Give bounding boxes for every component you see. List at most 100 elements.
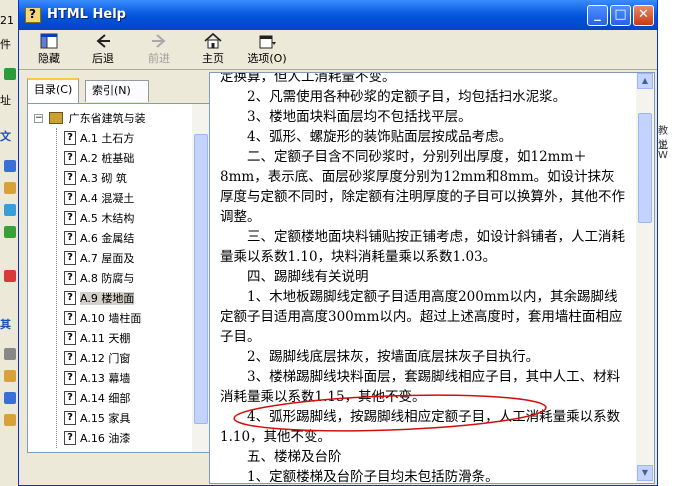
help-page-icon: ? — [64, 251, 76, 265]
back-button[interactable]: 后退 — [79, 32, 127, 68]
options-button[interactable]: 选项(O) — [243, 32, 291, 68]
html-help-window: HTML Help _ □ ✕ 隐藏 后退 前进 主页 — [18, 0, 658, 486]
hide-label: 隐藏 — [38, 52, 60, 65]
help-page-icon: ? — [64, 171, 76, 185]
options-label: 选项(O) — [247, 52, 287, 65]
help-page-icon: ? — [64, 131, 76, 145]
scroll-down-arrow-icon[interactable]: ▼ — [637, 465, 653, 481]
help-page-icon: ? — [64, 291, 76, 305]
background-text: 说 — [658, 140, 668, 151]
tree-item[interactable]: ? A.1 土石方 — [64, 130, 134, 150]
tree-scrollbar[interactable] — [192, 104, 210, 452]
background-app-icon — [4, 414, 16, 426]
forward-label: 前进 — [148, 52, 170, 65]
background-text: 21 — [0, 14, 14, 27]
hide-button[interactable]: 隐藏 — [25, 32, 73, 68]
scroll-up-arrow-icon[interactable]: ▲ — [637, 73, 653, 89]
help-page-icon: ? — [64, 431, 76, 445]
topic-paragraph: 三、定额楼地面块料铺贴按正铺考虑，如设计斜铺者，人工消耗量乘以系数1.10，块料… — [220, 229, 625, 265]
background-app-icon — [4, 270, 16, 282]
help-page-icon: ? — [64, 311, 76, 325]
tree-root-label: 广东省建筑与装 — [68, 112, 146, 125]
open-book-icon — [48, 112, 63, 124]
tree-root-node[interactable]: − 广东省建筑与装 — [34, 110, 146, 128]
title-bar[interactable]: HTML Help _ □ ✕ — [19, 0, 657, 30]
tree-item[interactable]: ? A.14 细部 — [64, 390, 130, 410]
background-app-icon — [4, 226, 16, 238]
help-page-icon: ? — [64, 271, 76, 285]
tree-item[interactable]: ? A.12 门窗 — [64, 350, 130, 370]
tree-item[interactable]: ? A.15 家具 — [64, 410, 130, 430]
background-app-icon — [4, 392, 16, 404]
help-page-icon: ? — [64, 351, 76, 365]
home-button[interactable]: 主页 — [189, 32, 237, 68]
tree-item[interactable]: ? A.13 幕墙 — [64, 370, 130, 390]
tree-item[interactable]: ? A.10 墙柱面 — [64, 310, 141, 330]
background-app-icon — [4, 204, 16, 216]
forward-button[interactable]: 前进 — [135, 32, 183, 68]
help-page-icon: ? — [64, 151, 76, 165]
help-topic-pane: 定换算，但人工消耗量不变。 2、凡需使用各种砂浆的定额子目，均包括扫水泥浆。 3… — [209, 72, 655, 484]
tree-item[interactable]: ? A.11 天棚 — [64, 330, 130, 350]
help-page-icon: ? — [64, 231, 76, 245]
tree-scroll-thumb[interactable] — [194, 134, 208, 424]
home-label: 主页 — [202, 52, 224, 65]
topic-paragraph: 四、踢脚线有关说明 — [220, 269, 369, 285]
tree-item[interactable]: ? A.8 防腐与 — [64, 270, 134, 290]
help-page-icon: ? — [64, 391, 76, 405]
topic-paragraph: 2、凡需使用各种砂浆的定额子目，均包括扫水泥浆。 — [220, 89, 567, 105]
topic-paragraph: 3、楼地面块料面层均不包括找平层。 — [220, 109, 472, 125]
toolbar: 隐藏 后退 前进 主页 选项(O) — [19, 30, 657, 70]
tree-item[interactable]: ? A.6 金属结 — [64, 230, 134, 250]
home-icon — [189, 32, 237, 52]
help-page-icon: ? — [64, 411, 76, 425]
hide-pane-icon — [25, 32, 73, 52]
window-title: HTML Help — [47, 7, 126, 22]
tree-item[interactable]: ? A.16 油漆 — [64, 430, 130, 450]
content-scrollbar[interactable]: ▲ ▼ — [636, 73, 654, 483]
help-page-icon: ? — [64, 191, 76, 205]
maximize-button[interactable]: □ — [610, 5, 631, 26]
tree-item-selected[interactable]: ? A.9 楼地面 — [64, 290, 135, 310]
background-text: 其 — [0, 318, 11, 331]
close-button[interactable]: ✕ — [633, 5, 654, 26]
background-app-icon — [4, 68, 16, 80]
help-page-icon: ? — [64, 331, 76, 345]
arrow-left-icon — [79, 32, 127, 52]
minimize-button[interactable]: _ — [587, 5, 608, 26]
collapse-icon[interactable]: − — [34, 113, 43, 123]
tree-item[interactable]: ? A.7 屋面及 — [64, 250, 134, 270]
background-app-icon — [4, 160, 16, 172]
background-app-icon — [4, 182, 16, 194]
background-app-right: 教工 说 W — [656, 0, 674, 486]
tab-contents[interactable]: 目录(C) — [27, 78, 80, 103]
tree-item[interactable]: ? A.5 木结构 — [64, 210, 134, 230]
tree-item[interactable]: ? A.3 砌 筑 — [64, 170, 127, 190]
help-page-icon: ? — [64, 211, 76, 225]
options-icon — [243, 32, 291, 52]
topic-paragraph: 定换算，但人工消耗量不变。 — [220, 72, 396, 85]
background-text: 件 — [0, 38, 11, 51]
help-topic-text: 定换算，但人工消耗量不变。 2、凡需使用各种砂浆的定额子目，均包括扫水泥浆。 3… — [220, 72, 628, 484]
tree-item[interactable]: ? A.2 桩基础 — [64, 150, 134, 170]
back-label: 后退 — [92, 52, 114, 65]
contents-tree: − 广东省建筑与装 ? A.1 土石方 ? A.2 桩基础 ? A.3 砌 筑 ? A.… — [27, 103, 211, 453]
topic-paragraph: 五、楼梯及台阶 — [220, 449, 342, 465]
content-scroll-thumb[interactable] — [638, 113, 652, 223]
tree-guide-line — [56, 128, 57, 448]
topic-paragraph: 4、弧形、螺旋形的装饰贴面层按成品考虑。 — [220, 129, 513, 145]
tab-index[interactable]: 索引(N) — [85, 80, 149, 102]
topic-paragraph: 二、定额子目含不同砂浆时，分别列出厚度，如12mm＋8mm，表示底、面层砂浆厚度… — [220, 149, 625, 225]
topic-paragraph: 3、楼梯踢脚线块料面层，套踢脚线相应子目，其中人工、材料消耗量乘以系数1.15，… — [220, 369, 621, 405]
background-text: W — [658, 150, 668, 161]
background-text: 址 — [0, 94, 11, 107]
background-app-left: 21 件 址 文 其 — [0, 0, 20, 486]
background-text: 文 — [0, 130, 11, 143]
help-app-icon — [25, 7, 41, 23]
topic-paragraph: 1、定额楼梯及台阶子目均未包括防滑条。 — [220, 469, 499, 484]
help-page-icon: ? — [64, 371, 76, 385]
tree-item[interactable]: ? A.4 混凝土 — [64, 190, 134, 210]
background-app-icon — [4, 348, 16, 360]
arrow-right-icon — [135, 32, 183, 52]
topic-paragraph-highlighted: 4、弧形踢脚线，按踢脚线相应定额子目，人工消耗量乘以系数1.10，其他不变。 — [220, 409, 621, 445]
